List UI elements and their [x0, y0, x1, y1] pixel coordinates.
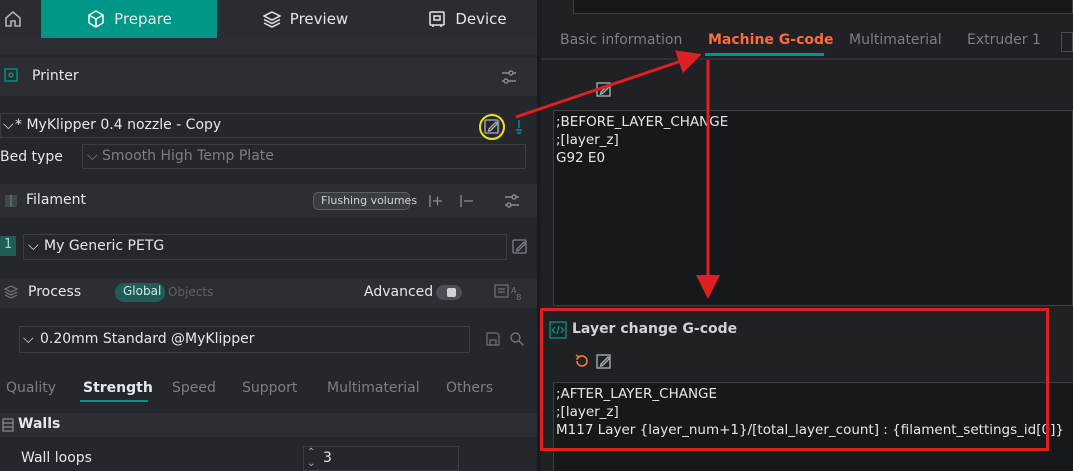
printer-icon	[4, 68, 18, 82]
tab-extruder-1[interactable]: Extruder 1	[967, 32, 1041, 48]
tab-machine-gcode[interactable]: Machine G-code	[708, 32, 834, 48]
top-nav-bar: Prepare Preview Device	[0, 0, 541, 38]
filament-section-title: Filament	[26, 192, 87, 208]
tab-device-label: Device	[455, 10, 507, 28]
search-icon[interactable]	[509, 331, 525, 347]
printer-settings-icon[interactable]	[500, 68, 518, 86]
printer-preset-value: * MyKlipper 0.4 nozzle - Copy	[15, 117, 222, 133]
filament-settings-icon[interactable]	[503, 192, 521, 210]
walls-group-header: Walls	[0, 413, 537, 437]
layer-change-gcode-editor[interactable]: ;AFTER_LAYER_CHANGE ;[layer_z] M117 Laye…	[553, 382, 1073, 471]
tab-preview-label: Preview	[289, 10, 349, 28]
device-icon	[427, 9, 447, 29]
code-line: ;AFTER_LAYER_CHANGE	[556, 386, 718, 402]
chevron-down-icon: ⌵	[28, 238, 39, 254]
filament-section-header: Filament Flushing volumes	[0, 184, 537, 218]
tab-speed[interactable]: Speed	[172, 380, 216, 396]
home-button[interactable]	[0, 0, 26, 38]
panel-top-strip	[0, 38, 537, 54]
process-preset-select[interactable]: ⌵ 0.20mm Standard @MyKlipper	[19, 326, 470, 353]
filament-slot-number: 1	[4, 237, 13, 252]
filament-preset-value: My Generic PETG	[44, 238, 165, 254]
bed-type-value: Smooth High Temp Plate	[102, 148, 274, 164]
tab-prepare-label: Prepare	[114, 10, 172, 28]
edit-preset-highlight	[477, 112, 507, 142]
advanced-toggle[interactable]	[436, 285, 462, 300]
walls-title: Walls	[18, 416, 61, 432]
wall-loops-value: 3	[323, 450, 332, 466]
code-line: G92 E0	[556, 150, 606, 166]
scope-objects-toggle[interactable]: Objects	[168, 285, 213, 299]
wall-loops-input[interactable]: ⌃ ⌄ 3	[303, 446, 459, 471]
chevron-down-icon: ⌵	[23, 331, 34, 347]
home-icon	[3, 9, 23, 29]
printer-section-title: Printer	[32, 68, 79, 84]
remove-filament-icon[interactable]	[458, 192, 476, 210]
tab-device[interactable]: Device	[393, 0, 541, 38]
tab-basic-information[interactable]: Basic information	[560, 32, 682, 48]
reset-icon[interactable]	[574, 353, 590, 369]
code-line: M117 Layer {layer_num+1}/[total_layer_co…	[556, 422, 1064, 438]
chevron-down-icon: ⌵	[3, 117, 14, 133]
code-line: ;BEFORE_LAYER_CHANGE	[556, 114, 729, 130]
filament-slot-badge: 1	[0, 236, 16, 256]
stepper-arrows-icon[interactable]: ⌃ ⌄	[307, 447, 315, 469]
scope-global-toggle[interactable]: Global	[115, 283, 165, 302]
bed-type-label: Bed type	[0, 149, 63, 165]
edit-layer-code-icon[interactable]	[595, 352, 613, 370]
process-icon	[4, 285, 18, 299]
tab-quality[interactable]: Quality	[6, 380, 56, 396]
tab-machine-gcode-underline	[705, 53, 824, 56]
tab-bar-divider	[541, 58, 1073, 60]
flushing-volumes-label: Flushing volumes	[321, 194, 418, 207]
chevron-down-icon: ⌵	[87, 148, 98, 164]
edit-code-icon[interactable]	[595, 80, 613, 98]
code-line: ;[layer_z]	[556, 404, 619, 420]
tab-others[interactable]: Others	[446, 380, 493, 396]
save-preset-icon[interactable]	[485, 331, 501, 347]
bed-type-select[interactable]: ⌵ Smooth High Temp Plate	[82, 144, 526, 169]
left-settings-panel: Printer ⌵ * MyKlipper 0.4 nozzle - Copy …	[0, 38, 537, 471]
process-tab-bar: Quality Strength Speed Support Multimate…	[0, 376, 537, 402]
previous-field-remnant	[573, 0, 1073, 14]
wifi-icon[interactable]	[514, 118, 524, 134]
process-preset-value: 0.20mm Standard @MyKlipper	[40, 331, 255, 347]
tab-support[interactable]: Support	[242, 380, 297, 396]
scope-global-label: Global	[123, 284, 162, 298]
printer-settings-dialog: Basic information Machine G-code Multima…	[541, 0, 1073, 471]
process-section-title: Process	[28, 284, 82, 300]
wall-loops-label: Wall loops	[21, 450, 92, 466]
code-line: ;[layer_z]	[556, 132, 619, 148]
cube-icon	[86, 9, 106, 29]
layer-change-title: Layer change G-code	[572, 321, 738, 337]
process-section-header: Process Global Objects Advanced AB	[0, 278, 537, 308]
printer-section-header: Printer	[0, 58, 537, 96]
compare-presets-icon[interactable]: AB	[494, 283, 526, 303]
advanced-label: Advanced	[364, 284, 434, 300]
edit-filament-icon[interactable]	[511, 237, 529, 255]
tab-preview[interactable]: Preview	[217, 0, 393, 38]
tab-scroll-button[interactable]	[1061, 32, 1073, 52]
walls-icon	[2, 418, 14, 432]
filament-icon	[4, 194, 18, 208]
add-filament-icon[interactable]	[427, 192, 445, 210]
layers-icon	[262, 9, 282, 29]
filament-preset-select[interactable]: ⌵ My Generic PETG	[23, 234, 507, 260]
tab-multimaterial[interactable]: Multimaterial	[849, 32, 942, 48]
tab-strength-underline	[80, 400, 148, 402]
tab-prepare[interactable]: Prepare	[41, 0, 217, 38]
code-icon	[549, 321, 567, 339]
printer-preset-select[interactable]: ⌵ * MyKlipper 0.4 nozzle - Copy	[0, 113, 500, 138]
flushing-volumes-button[interactable]: Flushing volumes	[313, 192, 417, 210]
tab-multimaterial[interactable]: Multimaterial	[327, 380, 420, 396]
tab-strength[interactable]: Strength	[83, 380, 153, 396]
before-layer-change-editor[interactable]: ;BEFORE_LAYER_CHANGE ;[layer_z] G92 E0	[553, 110, 1073, 306]
advanced-toggle-knob	[447, 288, 456, 297]
svg-text:B: B	[516, 293, 522, 302]
